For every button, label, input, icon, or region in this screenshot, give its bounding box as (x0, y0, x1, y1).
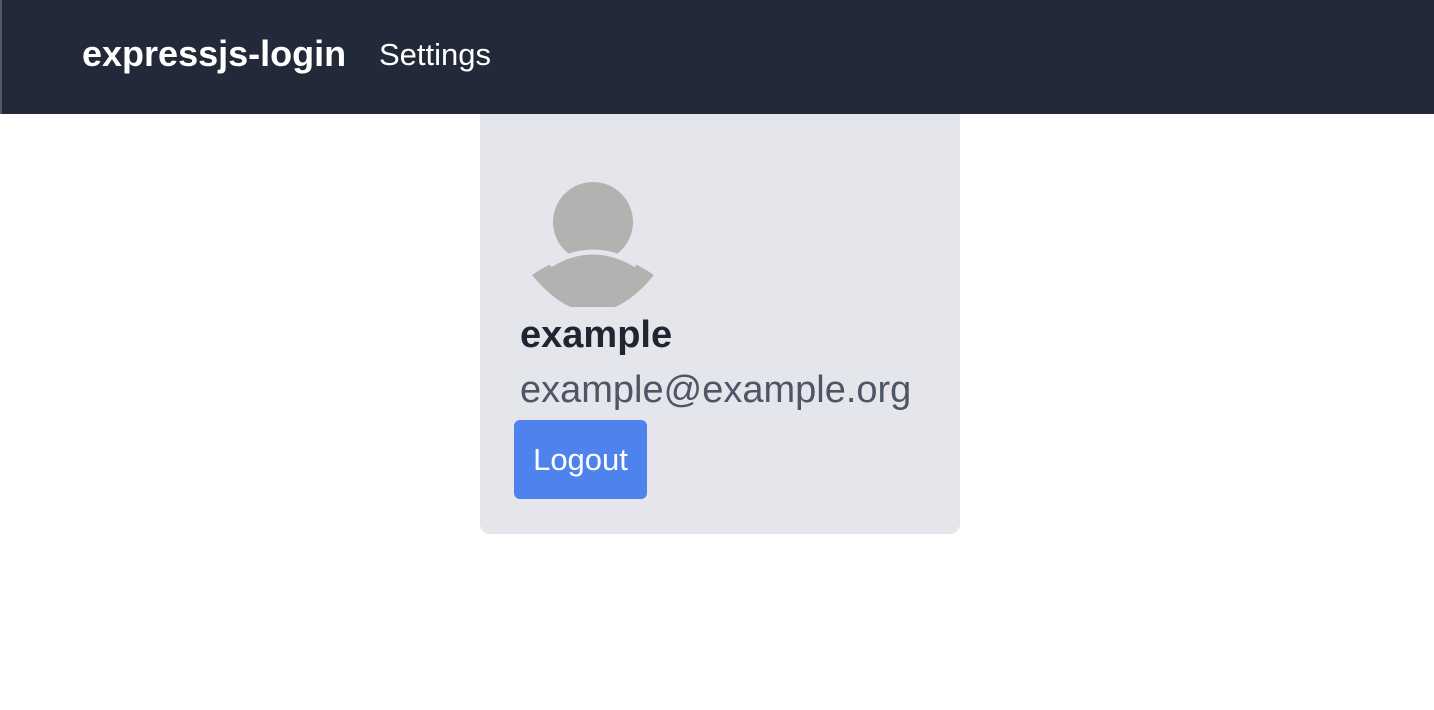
user-avatar-icon (532, 182, 654, 307)
profile-username: example (520, 314, 673, 356)
brand-link[interactable]: expressjs-login (82, 33, 346, 75)
logout-button[interactable]: Logout (514, 420, 647, 499)
nav-link-settings[interactable]: Settings (379, 36, 491, 74)
top-navbar: expressjs-login Settings (0, 0, 1434, 114)
profile-email: example@example.org (520, 369, 912, 411)
